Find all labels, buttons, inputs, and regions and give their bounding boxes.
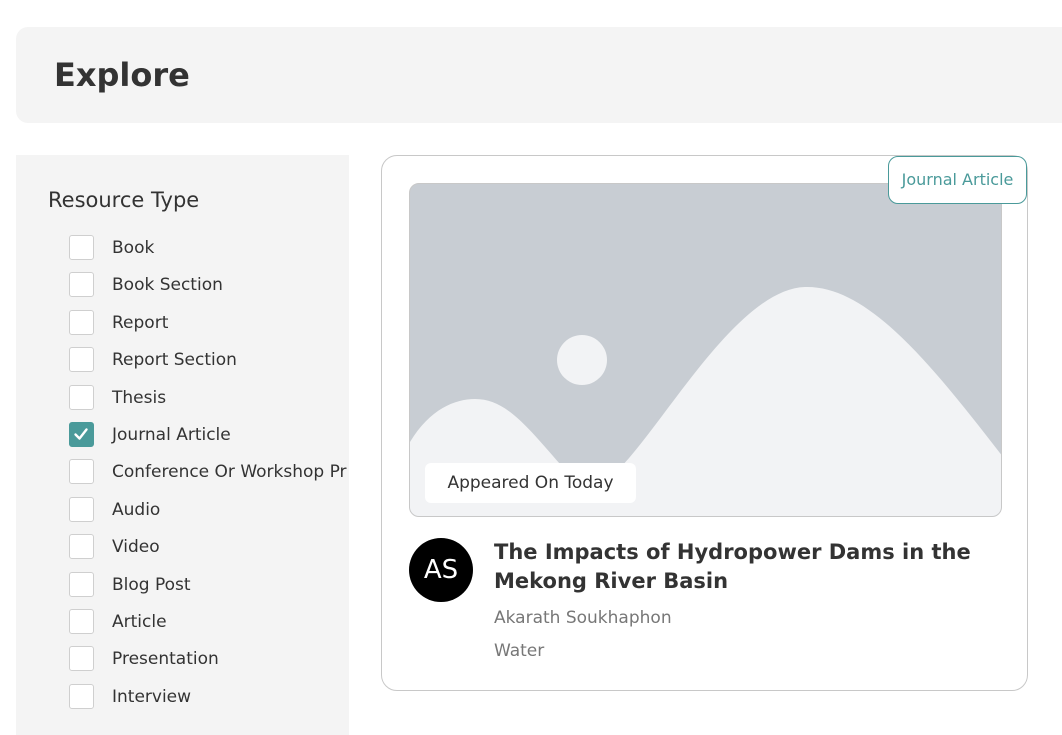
card-subject: Water xyxy=(494,641,545,661)
filter-section-title: Resource Type xyxy=(48,188,200,212)
filter-label: Video xyxy=(112,537,160,558)
filter-checkbox[interactable] xyxy=(69,571,94,597)
filter-checkbox[interactable] xyxy=(69,646,94,672)
filter-label: Article xyxy=(112,611,167,632)
page-title: Explore xyxy=(54,56,190,94)
resource-type-badge: Journal Article xyxy=(888,156,1027,204)
filter-label: Interview xyxy=(112,686,192,707)
filter-checkbox[interactable] xyxy=(69,235,94,260)
filter-label: Conference Or Workshop Pr xyxy=(112,462,347,483)
card-author: Akarath Soukhaphon xyxy=(494,608,672,628)
filter-checkbox[interactable] xyxy=(69,421,94,447)
filter-label: Blog Post xyxy=(112,574,191,595)
filter-checkbox[interactable] xyxy=(69,683,94,709)
filter-checkbox[interactable] xyxy=(69,347,94,373)
filter-checkbox[interactable] xyxy=(69,534,94,560)
filter-checkbox[interactable] xyxy=(69,496,94,522)
image-placeholder-icon: Appeared On Today xyxy=(409,183,1002,517)
filter-label: Thesis xyxy=(112,387,167,408)
checkmark-icon xyxy=(74,428,88,440)
resource-card[interactable]: Appeared On Today Journal Article AS The… xyxy=(381,155,1028,691)
filter-label: Report xyxy=(112,312,169,333)
filter-label: Audio xyxy=(112,499,161,520)
author-avatar: AS xyxy=(409,538,473,602)
page-header: Explore xyxy=(16,27,1062,123)
filter-checkbox[interactable] xyxy=(69,309,94,335)
filter-label: Book xyxy=(112,238,155,258)
filter-checkbox[interactable] xyxy=(69,272,94,298)
filter-sidebar: Resource Type Book Book Section Report Repo… xyxy=(16,155,349,735)
filter-checkbox[interactable] xyxy=(69,459,94,485)
filter-label: Journal Article xyxy=(112,424,231,445)
filter-checkbox[interactable] xyxy=(69,608,94,634)
filter-label: Presentation xyxy=(112,649,219,670)
appeared-date-badge: Appeared On Today xyxy=(425,463,636,503)
card-title[interactable]: The Impacts of Hydropower Dams in the Me… xyxy=(494,538,994,596)
filter-label: Book Section xyxy=(112,275,223,296)
filter-label: Report Section xyxy=(112,350,237,371)
filter-checkbox[interactable] xyxy=(69,384,94,410)
